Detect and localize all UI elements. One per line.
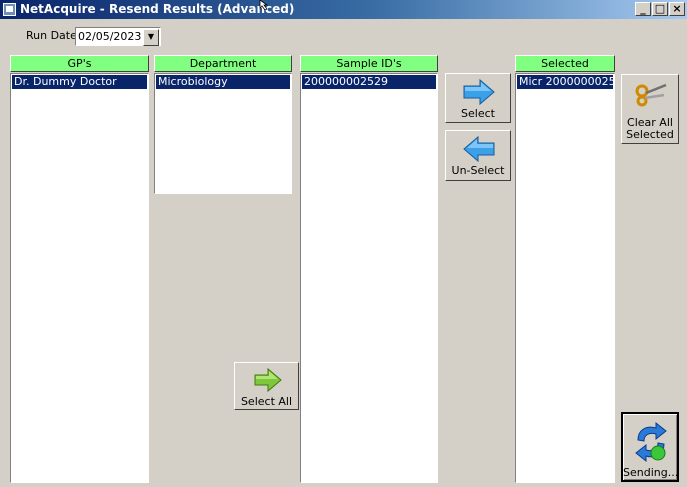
gps-header: GP's — [10, 55, 149, 72]
sample-ids-list[interactable]: 200000002529 — [300, 73, 438, 483]
mouse-cursor-icon — [259, 0, 269, 10]
select-button[interactable]: Select — [445, 73, 511, 123]
list-item[interactable]: Micr 200000002529 — [517, 75, 613, 89]
green-right-arrow-icon — [254, 367, 282, 393]
department-list[interactable]: Microbiology — [154, 73, 292, 194]
unselect-button[interactable]: Un-Select — [445, 130, 511, 181]
list-item[interactable]: 200000002529 — [302, 75, 436, 89]
clear-all-selected-button[interactable]: Clear All Selected — [621, 74, 679, 144]
close-button[interactable]: × — [669, 2, 685, 16]
maximize-button[interactable]: □ — [652, 2, 668, 16]
select-all-label: Select All — [240, 395, 293, 408]
select-label: Select — [461, 107, 495, 120]
app-icon — [3, 3, 16, 16]
window-title: NetAcquire - Resend Results (Advanced) — [20, 2, 295, 16]
unselect-label: Un-Select — [451, 164, 505, 177]
clear-all-label-line2: Selected — [626, 128, 674, 141]
run-date-value: 02/05/2023 — [78, 30, 142, 43]
list-item[interactable]: Dr. Dummy Doctor — [12, 75, 147, 89]
gps-list[interactable]: Dr. Dummy Doctor — [10, 73, 149, 483]
selected-header: Selected — [515, 55, 615, 72]
right-arrow-icon — [463, 78, 495, 106]
run-date-label: Run Date — [26, 29, 77, 42]
chevron-down-icon[interactable]: ▼ — [143, 29, 159, 46]
department-header: Department — [154, 55, 292, 72]
select-all-button[interactable]: Select All — [234, 362, 299, 410]
list-item[interactable]: Microbiology — [156, 75, 290, 89]
sample-ids-header: Sample ID's — [300, 55, 438, 72]
sending-button[interactable]: Sending... — [621, 412, 679, 482]
selected-list[interactable]: Micr 200000002529 — [515, 73, 615, 483]
sending-label: Sending... — [623, 466, 679, 479]
run-date-picker[interactable]: 02/05/2023 ▼ — [75, 27, 161, 46]
left-arrow-icon — [463, 135, 495, 163]
minimize-button[interactable]: _ — [635, 2, 651, 16]
title-bar: NetAcquire - Resend Results (Advanced) _… — [0, 0, 687, 19]
scissors-icon — [635, 83, 667, 107]
refresh-arrows-icon — [635, 421, 667, 463]
